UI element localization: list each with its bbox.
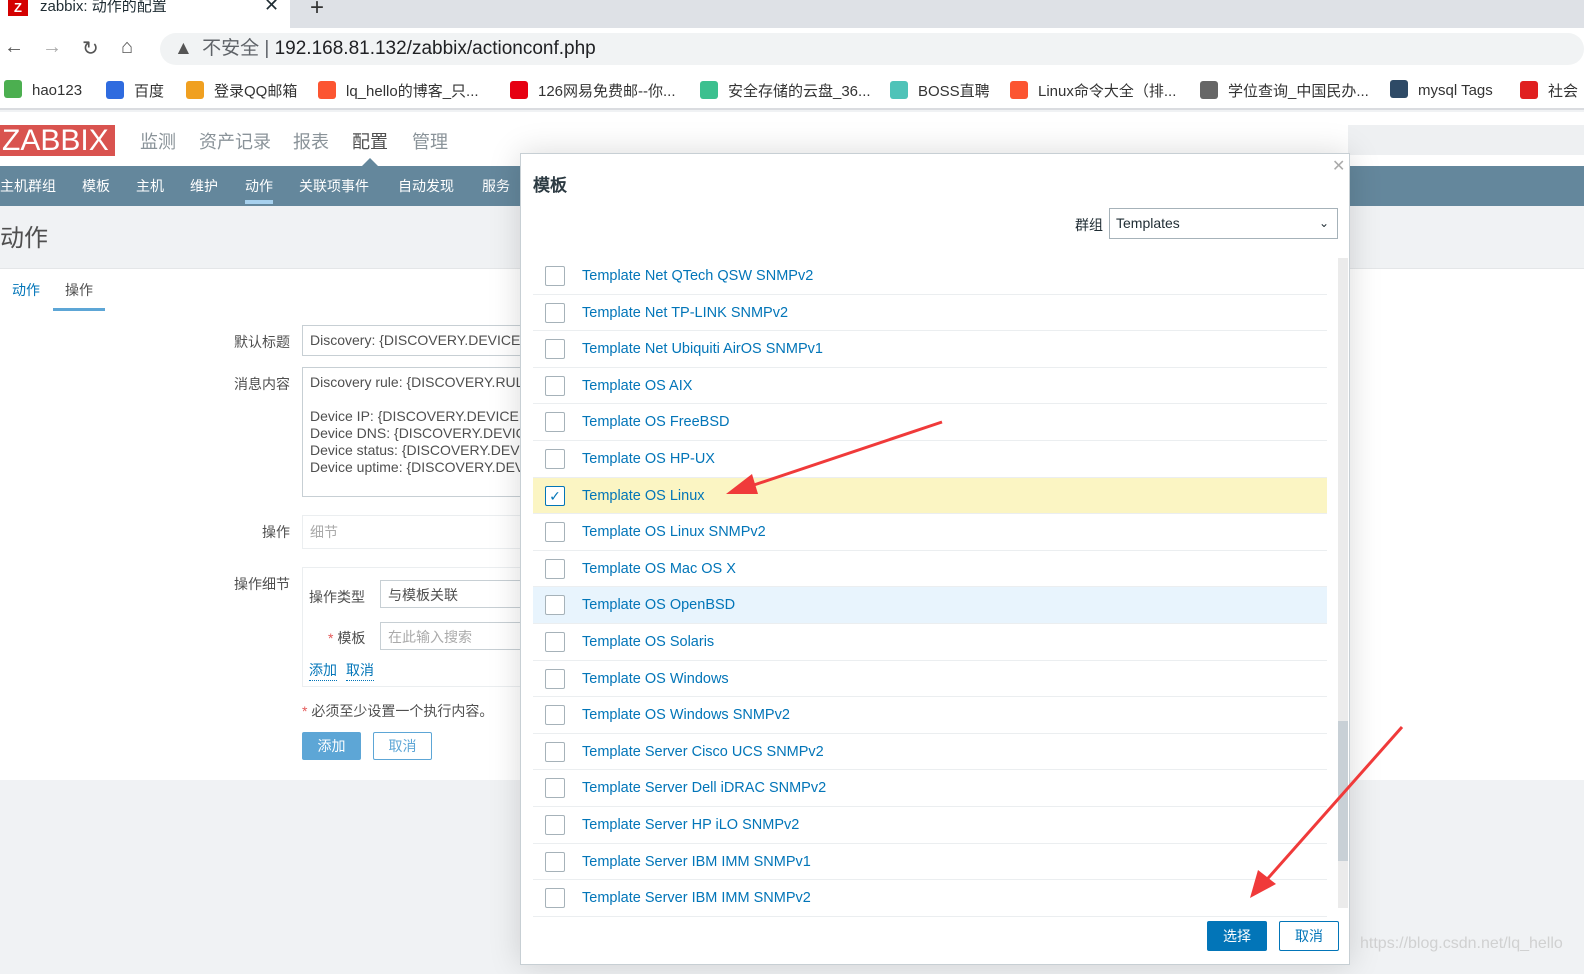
arrow-to-select-button [1250,726,1404,898]
annotation-arrows [726,420,1404,898]
arrow-to-linux-template [726,420,943,494]
